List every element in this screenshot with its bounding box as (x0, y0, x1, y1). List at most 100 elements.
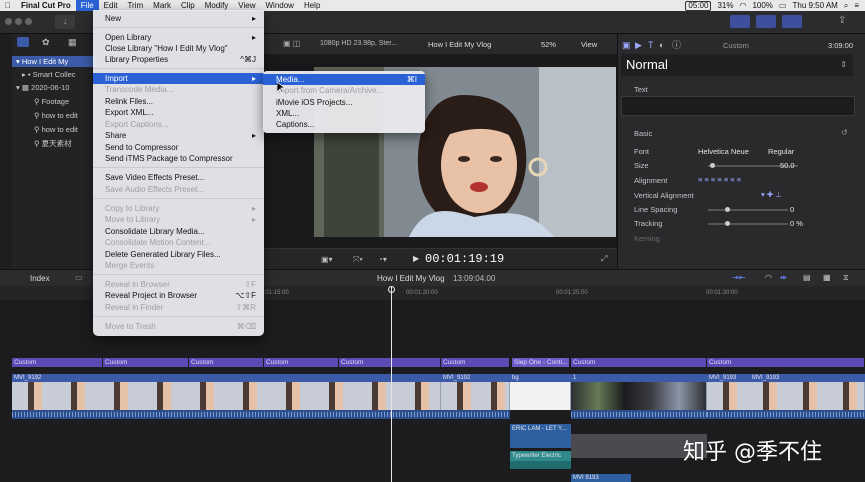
title-clip[interactable]: Custom (12, 358, 103, 367)
menu-item-new[interactable]: New ▸ (93, 13, 264, 24)
audio-clip-music[interactable]: ERIC LAM - LET Y... (510, 424, 571, 434)
index-button[interactable]: Index (30, 274, 50, 283)
music-wave[interactable] (510, 434, 571, 448)
menu-item-library-properties[interactable]: Library Properties ^⌘J (93, 54, 264, 65)
menu-item-delete-generated[interactable]: Delete Generated Library Files... (93, 249, 264, 260)
title-clip[interactable]: Custom (103, 358, 189, 367)
menu-item-relink-files[interactable]: Relink Files... (93, 96, 264, 107)
menu-help[interactable]: Help (299, 0, 325, 11)
audio-waveform[interactable] (12, 410, 510, 419)
title-clip[interactable]: Custom (264, 358, 339, 367)
typewriter-wave[interactable] (510, 461, 571, 469)
title-clip[interactable]: Custom (189, 358, 264, 367)
title-clip[interactable]: Custom (707, 358, 865, 367)
headphones-icon[interactable]: ◠ (765, 273, 772, 282)
search-icon[interactable]: ⌕ (844, 1, 848, 11)
info-icon[interactable]: ⓘ (672, 40, 681, 50)
apple-icon[interactable]:  (0, 0, 16, 11)
play-button[interactable]: ▶ (413, 254, 419, 263)
menu-item-consolidate-motion[interactable]: Consolidate Motion Content... (93, 237, 264, 248)
cpu-stat[interactable]: 31% (717, 1, 733, 10)
submenu-item-xml[interactable]: XML... (263, 108, 425, 119)
menu-item-move-to-library[interactable]: Move to Library ▸ (93, 214, 264, 225)
audio-waveform[interactable] (707, 410, 865, 419)
submenu-item-captions[interactable]: Captions... (263, 119, 425, 130)
video-clip-mvi-9192-b[interactable] (441, 382, 510, 410)
size-value[interactable]: 50.0 (780, 161, 795, 170)
menu-item-merge-events[interactable]: Merge Events (93, 260, 264, 271)
playhead-handle[interactable] (388, 286, 395, 293)
menu-item-import[interactable]: Import ▸ (93, 73, 264, 84)
fullscreen-icon[interactable]: ⤢ (601, 254, 607, 264)
video-clip-mvi-9192[interactable] (12, 382, 441, 410)
menu-item-transcode-media[interactable]: Transcode Media... (93, 84, 264, 95)
view-options-icon[interactable]: ▣▾ (321, 255, 333, 264)
sidebar-item-library[interactable]: ▾ How I Edit My (12, 56, 96, 67)
reset-icon[interactable]: ↺ (841, 128, 848, 137)
battery-percent[interactable]: 100% (752, 1, 772, 10)
snapping-icon[interactable]: ⇹ (780, 273, 787, 282)
menu-item-save-audio-effects[interactable]: Save Audio Effects Preset... (93, 184, 264, 195)
menu-item-reveal-project[interactable]: Reveal Project in Browser ⌥⇧F (93, 290, 264, 301)
viewer-icons[interactable]: ▣ ◫ (283, 39, 300, 48)
titles-icon[interactable]: ▦ (68, 37, 77, 48)
tracking-value[interactable]: 0 % (790, 219, 803, 228)
inspector-toggle-button[interactable] (782, 15, 802, 28)
clock[interactable]: Thu 9:50 AM (792, 1, 837, 10)
submenu-item-import-camera[interactable]: Import from Camera/Archive... (263, 85, 425, 96)
window-minimize-button[interactable] (15, 18, 22, 25)
menu-item-open-library[interactable]: Open Library ▸ (93, 32, 264, 43)
transitions-browser-icon[interactable]: ⧖ (843, 273, 849, 283)
playhead[interactable] (391, 286, 392, 482)
audio-clip-typewriter[interactable]: Typewriter Electric (510, 451, 571, 461)
menu-item-reveal-in-finder[interactable]: Reveal in Finder ⇧⌘R (93, 302, 264, 313)
menu-item-reveal-in-browser[interactable]: Reveal in Browser ⇧F (93, 279, 264, 290)
title-inspector-icon[interactable]: T (648, 40, 654, 50)
menu-item-send-to-compressor[interactable]: Send to Compressor (93, 142, 264, 153)
line-spacing-slider[interactable] (708, 209, 788, 211)
effects-browser-icon[interactable]: ▦ (823, 273, 831, 282)
clip-appearance-toggle-icon[interactable]: ▤ (803, 273, 811, 282)
menu-item-consolidate-library[interactable]: Consolidate Library Media... (93, 226, 264, 237)
menu-item-export-xml[interactable]: Export XML... (93, 107, 264, 118)
audio-clip-mvi-9193[interactable]: MVI 9193 (571, 474, 631, 482)
video-clip-1[interactable] (571, 382, 707, 410)
text-field[interactable] (621, 96, 855, 116)
filter-icon[interactable]: ◐ (659, 40, 664, 50)
menu-item-copy-to-library[interactable]: Copy to Library ▸ (93, 203, 264, 214)
line-spacing-knob[interactable] (725, 207, 730, 212)
title-clip[interactable]: Custom (339, 358, 441, 367)
control-center-icon[interactable]: ≡ (854, 1, 859, 10)
wifi-icon[interactable]: ◠ (739, 1, 746, 10)
submenu-item-imovie-ios[interactable]: iMovie iOS Projects... (263, 97, 425, 108)
menu-item-move-to-trash[interactable]: Move to Trash ⌘⌫ (93, 321, 264, 332)
sidebar-item-smart-collections[interactable]: ▸ ▪ Smart Collec (12, 69, 102, 80)
timecode-display[interactable]: 00:01:19:19 (425, 252, 504, 266)
video-clip-mvi-9193[interactable] (707, 382, 865, 410)
tracking-slider[interactable] (708, 223, 788, 225)
timeline-toggle-button[interactable] (756, 15, 776, 28)
import-down-icon[interactable]: ↓ (55, 15, 75, 29)
transform-icon[interactable]: ⤧▾ (353, 255, 363, 265)
menu-item-export-captions[interactable]: Export Captions... (93, 119, 264, 130)
clip-appearance-icon[interactable]: ▭ (75, 273, 83, 282)
preset-select[interactable]: Normal ⇕ (621, 54, 853, 76)
libraries-icon[interactable] (17, 37, 29, 47)
font-family-select[interactable]: Helvetica Neue (698, 147, 749, 156)
view-menu[interactable]: View (581, 40, 597, 49)
line-spacing-value[interactable]: 0 (790, 205, 794, 214)
skimming-icon[interactable]: ⇥⇤ (732, 273, 745, 282)
submenu-item-media[interactable]: Media... ⌘I (263, 74, 425, 85)
vertical-alignment-buttons[interactable]: ▾ ✚ ⊥ (761, 190, 782, 199)
sidebar-item-event[interactable]: ▾ ▦ 2020-06-10 (12, 82, 96, 93)
zoom-select[interactable]: 52% (541, 40, 556, 49)
title-clip[interactable]: Custom (571, 358, 707, 367)
menu-window[interactable]: Window (261, 0, 299, 11)
title-clip[interactable]: Slep One - Conti... (512, 358, 570, 367)
share-icon[interactable]: ⇪ (838, 15, 852, 28)
menu-app-name[interactable]: Final Cut Pro (16, 0, 76, 11)
timer-badge[interactable]: 05:00 (685, 0, 712, 11)
window-zoom-button[interactable] (25, 18, 32, 25)
video-clip-bg[interactable] (510, 382, 571, 410)
menu-item-share[interactable]: Share ▸ (93, 130, 264, 141)
